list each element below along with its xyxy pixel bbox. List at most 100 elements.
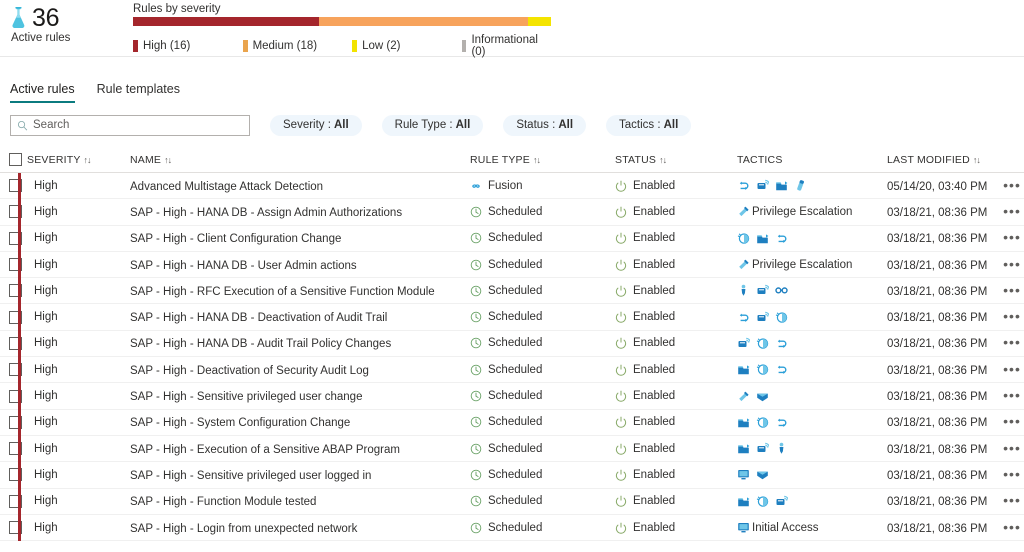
more-options-button[interactable]: ••• [1003,387,1021,403]
rule-name-cell[interactable]: SAP - High - Sensitive privileged user c… [130,387,470,405]
more-options-button[interactable]: ••• [1003,492,1021,508]
row-actions-cell: ••• [1000,177,1024,195]
sort-icon-name[interactable]: ↑↓ [164,155,171,165]
last-modified-label: 03/18/21, 08:36 PM [887,496,987,508]
status-cell: Enabled [615,180,737,192]
tactics-cell [737,232,887,245]
tab-active-rules[interactable]: Active rules [10,82,75,103]
power-icon [615,443,627,455]
sort-icon-status[interactable]: ↑↓ [659,155,666,165]
column-header-tactics[interactable]: TACTICS [737,154,887,166]
last-modified-cell: 03/18/21, 08:36 PM [887,492,1000,510]
rule-name-cell[interactable]: Advanced Multistage Attack Detection [130,177,470,195]
persistence-icon [737,311,750,324]
privilege-escalation-icon [737,205,750,218]
search-input[interactable] [33,119,233,131]
severity-stacked-bar [133,17,551,26]
table-row[interactable]: HighSAP - High - Client Configuration Ch… [0,226,1024,252]
column-header-severity[interactable]: SEVERITY↑↓ [27,154,130,166]
rule-type-cell: Scheduled [470,285,615,297]
more-options-button[interactable]: ••• [1003,440,1021,456]
table-row[interactable]: HighSAP - High - Deactivation of Securit… [0,357,1024,383]
rule-name-cell[interactable]: SAP - High - RFC Execution of a Sensitiv… [130,282,470,300]
rule-name-cell[interactable]: SAP - High - Function Module tested [130,492,470,510]
status-cell: Enabled [615,206,737,218]
command-and-control-icon [756,311,769,324]
rule-name-cell[interactable]: SAP - High - Login from unexpected netwo… [130,519,470,537]
more-options-button[interactable]: ••• [1003,361,1021,377]
lateral-movement-icon [756,468,769,481]
column-header-last-modified[interactable]: LAST MODIFIED↑↓ [887,154,1000,166]
severity-indicator-bar [18,330,21,356]
severity-indicator-bar [18,278,21,304]
rule-type-cell: Scheduled [470,522,615,534]
table-row[interactable]: High SAP - High - HANA DB - User Admin ac… [0,252,1024,278]
last-modified-label: 03/18/21, 08:36 PM [887,444,987,456]
tactics-cell-icons [737,390,769,403]
rule-name-cell[interactable]: SAP - High - HANA DB - Deactivation of A… [130,308,470,326]
more-options-button[interactable]: ••• [1003,203,1021,219]
filter-pill-severity-value: All [334,119,349,131]
last-modified-label: 05/14/20, 03:40 PM [887,181,987,193]
sort-icon-severity[interactable]: ↑↓ [84,155,91,165]
severity-cell: High [27,173,130,199]
select-all-checkbox[interactable] [9,153,22,166]
rule-name-cell[interactable]: SAP - High - HANA DB - Audit Trail Polic… [130,334,470,352]
table-row[interactable]: HighSAP - High - HANA DB - Audit Trail P… [0,331,1024,357]
sort-icon-last-modified[interactable]: ↑↓ [973,155,980,165]
column-header-status[interactable]: STATUS↑↓ [615,154,737,166]
filter-pill-tactics[interactable]: Tactics :All [606,115,691,136]
sort-icon-rule-type[interactable]: ↑↓ [533,155,540,165]
filter-pill-rule-type[interactable]: Rule Type :All [382,115,484,136]
command-and-control-icon [756,179,769,192]
table-row[interactable]: HighSAP - High - Execution of a Sensitiv… [0,436,1024,462]
table-row[interactable]: HighSAP - High - RFC Execution of a Sens… [0,278,1024,304]
more-options-button[interactable]: ••• [1003,308,1021,324]
table-row[interactable]: HighSAP - High - Sensitive privileged us… [0,462,1024,488]
rule-name-cell[interactable]: SAP - High - Client Configuration Change [130,229,470,247]
tactics-cell [737,390,887,403]
more-options-button[interactable]: ••• [1003,256,1021,272]
column-header-rule-type-label: RULE TYPE [470,154,530,166]
table-row[interactable]: HighSAP - High - System Configuration Ch… [0,410,1024,436]
filter-pill-status[interactable]: Status :All [503,115,586,136]
more-options-button[interactable]: ••• [1003,413,1021,429]
more-options-button[interactable]: ••• [1003,466,1021,482]
more-options-button[interactable]: ••• [1003,334,1021,350]
severity-label: High [34,259,58,271]
search-box[interactable] [10,115,250,136]
persistence-icon [775,416,788,429]
table-row[interactable]: HighSAP - High - Sensitive privileged us… [0,383,1024,409]
column-header-rule-type[interactable]: RULE TYPE↑↓ [470,154,615,166]
filter-pill-severity[interactable]: Severity :All [270,115,362,136]
tab-rule-templates[interactable]: Rule templates [97,82,180,103]
row-actions-cell: ••• [1000,519,1024,537]
severity-label: High [34,522,58,534]
tactics-cell [737,442,887,455]
last-modified-cell: 05/14/20, 03:40 PM [887,177,1000,195]
collection-icon [756,232,769,245]
severity-label: High [34,311,58,323]
rule-name-cell[interactable]: SAP - High - Deactivation of Security Au… [130,361,470,379]
rule-name-cell[interactable]: SAP - High - HANA DB - Assign Admin Auth… [130,203,470,221]
table-row[interactable]: High SAP - High - HANA DB - Deactivation … [0,304,1024,330]
rule-name-cell[interactable]: SAP - High - Sensitive privileged user l… [130,466,470,484]
table-row[interactable]: High SAP - High - Login from unexpected n… [0,515,1024,541]
more-options-button[interactable]: ••• [1003,519,1021,535]
severity-bar-segment-high [133,17,319,26]
rule-name-cell[interactable]: SAP - High - Execution of a Sensitive AB… [130,440,470,458]
tactics-cell [737,495,887,508]
rule-type-label: Scheduled [488,364,542,376]
table-row[interactable]: HighSAP - High - Function Module testedS… [0,489,1024,515]
more-options-button[interactable]: ••• [1003,177,1021,193]
more-options-button[interactable]: ••• [1003,229,1021,245]
table-row[interactable]: HighAdvanced Multistage Attack Detection… [0,173,1024,199]
more-options-button[interactable]: ••• [1003,282,1021,298]
rule-name-label: SAP - High - Execution of a Sensitive AB… [130,444,400,456]
rule-name-cell[interactable]: SAP - High - System Configuration Change [130,413,470,431]
column-header-name[interactable]: NAME↑↓ [130,154,470,166]
table-row[interactable]: HighSAP - High - HANA DB - Assign Admin … [0,199,1024,225]
rule-type-cell: Scheduled [470,364,615,376]
clock-icon [470,443,482,455]
rule-name-cell[interactable]: SAP - High - HANA DB - User Admin action… [130,256,470,274]
